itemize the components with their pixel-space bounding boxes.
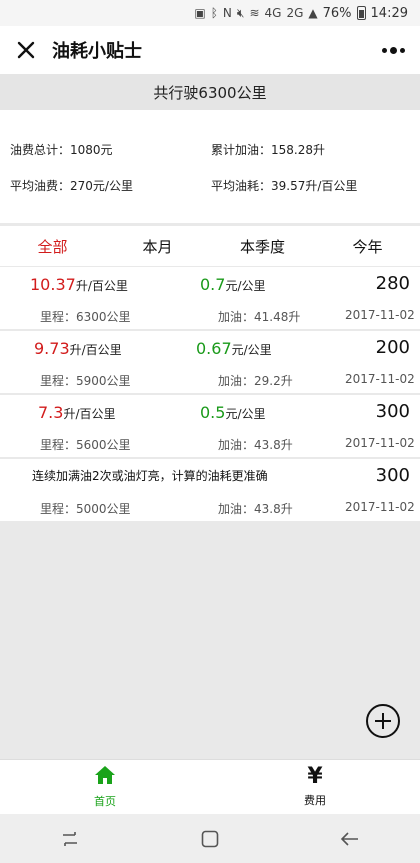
record-note: 连续加满油2次或油灯亮，计算的油耗更准确 xyxy=(32,469,268,483)
image-icon: ▣ xyxy=(194,6,206,20)
tab-month[interactable]: 本月 xyxy=(105,226,210,266)
status-bar: ▣ ᛒ N 🔇︎ ≋ 4G 2G ▲ 76% 14:29 xyxy=(0,0,420,26)
stats-panel: 油费总计：1080元 累计加油：158.28升 平均油费：270元/公里 平均油… xyxy=(0,110,420,223)
consumption-unit: 升/百公里 xyxy=(63,407,116,421)
record-date: 2017-11-02 xyxy=(345,308,415,322)
record-mileage: 里程：5000公里 xyxy=(40,502,131,516)
record-item[interactable]: 7.3升/百公里 0.5元/公里 300 里程：5600公里 加油：43.8升 … xyxy=(0,395,420,457)
cost-per-km-value: 0.5 xyxy=(200,403,226,422)
bluetooth-icon: ᛒ xyxy=(210,6,218,20)
consumption: 9.73升/百公里 xyxy=(34,339,122,358)
wifi-icon: ≋ xyxy=(249,6,260,20)
cost-per-km: 0.7元/公里 xyxy=(200,275,266,294)
record-mileage: 里程：6300公里 xyxy=(40,310,131,324)
record-mileage: 里程：5600公里 xyxy=(40,438,131,452)
consumption-value: 10.37 xyxy=(30,275,76,294)
cost-per-km: 0.5元/公里 xyxy=(200,403,266,422)
record-fuel: 加油：41.48升 xyxy=(218,310,301,324)
record-fuel: 加油：29.2升 xyxy=(218,374,293,388)
consumption-unit: 升/百公里 xyxy=(75,279,128,293)
record-amount: 300 xyxy=(375,401,410,422)
consumption-value: 9.73 xyxy=(34,339,70,358)
consumption-unit: 升/百公里 xyxy=(69,343,122,357)
nav-home-label: 首页 xyxy=(94,795,116,808)
avg-consumption: 平均油耗：39.57升/百公里 xyxy=(211,179,358,193)
signal-icon: ▲ xyxy=(308,6,318,20)
battery-icon xyxy=(356,6,366,20)
cost-unit: 元/公里 xyxy=(231,343,272,357)
clock: 14:29 xyxy=(370,5,408,21)
system-nav-bar xyxy=(0,814,420,863)
network-4g-label: 4G xyxy=(264,6,282,20)
record-amount: 300 xyxy=(375,465,410,486)
app-bar: 油耗小贴士 xyxy=(0,26,420,74)
nav-home[interactable]: 首页 xyxy=(0,760,210,814)
close-icon[interactable] xyxy=(2,26,50,74)
filter-tabs: 全部 本月 本季度 今年 xyxy=(0,226,420,266)
consumption: 7.3升/百公里 xyxy=(38,403,116,422)
avg-cost: 平均油费：270元/公里 xyxy=(10,179,133,193)
record-date: 2017-11-02 xyxy=(345,436,415,450)
cost-unit: 元/公里 xyxy=(225,407,266,421)
tab-quarter[interactable]: 本季度 xyxy=(210,226,315,266)
battery-percent: 76% xyxy=(322,5,352,21)
home-button-icon[interactable] xyxy=(190,824,230,854)
bottom-nav: 首页 ¥ 费用 xyxy=(0,759,420,814)
recents-icon[interactable] xyxy=(50,824,90,854)
add-record-button[interactable] xyxy=(366,704,400,738)
page-title: 油耗小贴士 xyxy=(52,41,142,62)
record-fuel: 加油：43.8升 xyxy=(218,438,293,452)
record-mileage: 里程：5900公里 xyxy=(40,374,131,388)
more-menu-icon[interactable] xyxy=(380,40,406,60)
cost-per-km: 0.67元/公里 xyxy=(196,339,272,358)
consumption-value: 7.3 xyxy=(38,403,64,422)
record-list: 10.37升/百公里 0.7元/公里 280 里程：6300公里 加油：41.4… xyxy=(0,267,420,523)
record-fuel: 加油：43.8升 xyxy=(218,502,293,516)
total-distance-bar: 共行驶6300公里 xyxy=(0,74,420,110)
home-icon xyxy=(94,765,116,789)
tab-all[interactable]: 全部 xyxy=(0,226,105,266)
fuel-cost-total: 油费总计：1080元 xyxy=(10,143,113,157)
signal-2g-label: 2G xyxy=(286,6,304,20)
record-item[interactable]: 9.73升/百公里 0.67元/公里 200 里程：5900公里 加油：29.2… xyxy=(0,331,420,393)
nav-expense-label: 费用 xyxy=(304,794,326,807)
record-amount: 200 xyxy=(375,337,410,358)
yen-icon: ¥ xyxy=(307,764,323,789)
fuel-total: 累计加油：158.28升 xyxy=(211,143,325,157)
record-item[interactable]: 连续加满油2次或油灯亮，计算的油耗更准确 300 里程：5000公里 加油：43… xyxy=(0,459,420,521)
nav-expense[interactable]: ¥ 费用 xyxy=(210,760,420,814)
record-amount: 280 xyxy=(375,273,410,294)
cost-per-km-value: 0.67 xyxy=(196,339,232,358)
tab-year[interactable]: 今年 xyxy=(315,226,420,266)
nfc-icon: N xyxy=(222,6,232,20)
cost-unit: 元/公里 xyxy=(225,279,266,293)
back-icon[interactable] xyxy=(330,824,370,854)
total-distance-text: 共行驶6300公里 xyxy=(153,83,267,102)
mute-icon: 🔇︎ xyxy=(236,5,245,20)
cost-per-km-value: 0.7 xyxy=(200,275,226,294)
record-date: 2017-11-02 xyxy=(345,500,415,514)
consumption: 10.37升/百公里 xyxy=(30,275,128,294)
record-item[interactable]: 10.37升/百公里 0.7元/公里 280 里程：6300公里 加油：41.4… xyxy=(0,267,420,329)
record-date: 2017-11-02 xyxy=(345,372,415,386)
